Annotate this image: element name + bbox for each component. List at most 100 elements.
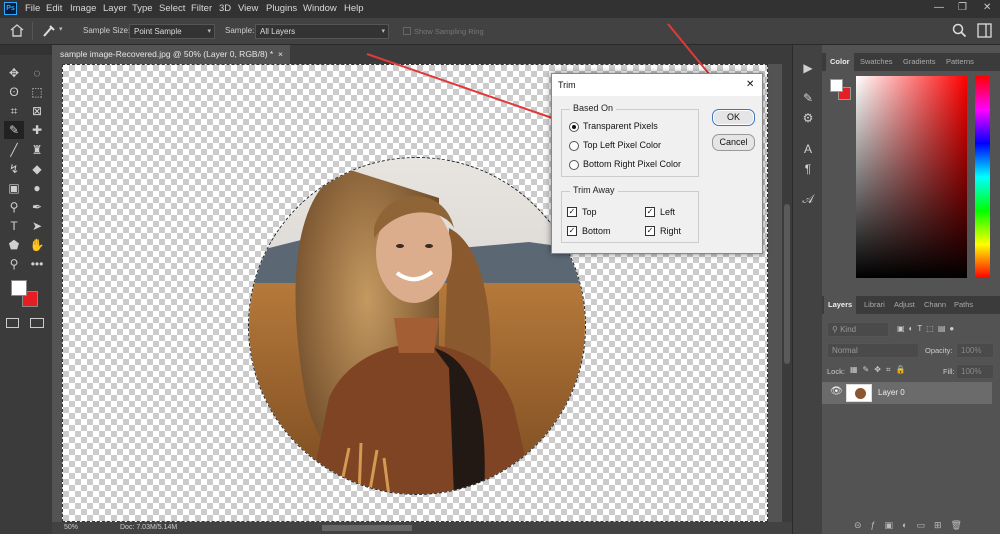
blend-mode-select[interactable]: Normal xyxy=(827,343,919,358)
tab-paths[interactable]: Paths xyxy=(950,296,977,314)
transparent-pixels-radio[interactable] xyxy=(569,122,579,132)
sample-label: Sample: xyxy=(225,26,255,35)
scroll-thumb[interactable] xyxy=(784,204,790,364)
menu-file[interactable]: File xyxy=(25,3,40,14)
layer-actions[interactable]: ⊝ƒ▣◐▭⊞🗑 xyxy=(854,520,971,531)
blur-tool-icon[interactable]: ● xyxy=(27,179,47,197)
opacity-field[interactable]: 100% xyxy=(956,343,994,358)
fill-field[interactable]: 100% xyxy=(956,364,994,379)
menu-plugins[interactable]: Plugins xyxy=(266,3,297,14)
dodge-tool-icon[interactable]: ⚲ xyxy=(4,198,24,216)
stamp-tool-icon[interactable]: ♜ xyxy=(27,141,47,159)
close-tab-icon[interactable]: × xyxy=(278,45,283,64)
hue-slider[interactable] xyxy=(975,76,990,278)
layer-row[interactable]: 👁 Layer 0 xyxy=(822,382,992,404)
show-sampling-ring-checkbox[interactable] xyxy=(403,27,411,35)
cancel-button[interactable]: Cancel xyxy=(712,134,755,151)
zoom-tool-icon[interactable]: ⚲ xyxy=(4,255,24,273)
glyphs-icon[interactable]: 𝒜 xyxy=(798,190,818,208)
zoom-level[interactable]: 50% xyxy=(64,524,78,531)
visibility-eye-icon[interactable]: 👁 xyxy=(830,386,843,397)
minimize-icon[interactable]: — xyxy=(934,2,944,13)
frame-tool-icon[interactable]: ⊠ xyxy=(27,102,47,120)
trim-right-checkbox[interactable]: ✓ xyxy=(645,226,655,236)
trim-top-checkbox[interactable]: ✓ xyxy=(567,207,577,217)
pen-tool-icon[interactable]: ✒ xyxy=(27,198,47,216)
transparent-pixels-label[interactable]: Transparent Pixels xyxy=(583,121,658,131)
eraser-tool-icon[interactable]: ◆ xyxy=(27,160,47,178)
move-tool-icon[interactable]: ✥ xyxy=(4,64,24,82)
tab-channels[interactable]: Chann xyxy=(920,296,950,314)
workspace-icon[interactable] xyxy=(977,23,992,38)
type-tool-icon[interactable]: T xyxy=(4,217,24,235)
more-tools-icon[interactable]: ••• xyxy=(27,255,47,273)
menu-select[interactable]: Select xyxy=(159,3,185,14)
close-dialog-icon[interactable]: ✕ xyxy=(746,74,754,96)
menu-edit[interactable]: Edit xyxy=(46,3,62,14)
menu-filter[interactable]: Filter xyxy=(191,3,212,14)
sample-select[interactable]: All Layers ▾ xyxy=(255,24,389,39)
chevron-down-icon[interactable]: ▾ xyxy=(59,25,63,33)
trim-top-label[interactable]: Top xyxy=(582,207,597,217)
tab-patterns[interactable]: Patterns xyxy=(942,53,978,71)
restore-icon[interactable]: ❐ xyxy=(958,2,967,13)
quick-mask-icon[interactable] xyxy=(6,318,19,328)
sample-size-select[interactable]: Point Sample ▾ xyxy=(129,24,215,39)
trim-left-label[interactable]: Left xyxy=(660,207,675,217)
gradient-tool-icon[interactable]: ▣ xyxy=(4,179,24,197)
menu-image[interactable]: Image xyxy=(70,3,96,14)
foreground-color-swatch[interactable] xyxy=(11,280,27,296)
top-left-pixel-color-radio[interactable] xyxy=(569,141,579,151)
bottom-right-pixel-color-radio[interactable] xyxy=(569,160,579,170)
paragraph-panel-icon[interactable]: ¶ xyxy=(798,160,818,178)
history-brush-icon[interactable]: ↯ xyxy=(4,160,24,178)
brush-settings-icon[interactable]: ✎ xyxy=(798,89,818,107)
filter-kind-select[interactable]: ⚲ Kind xyxy=(827,322,889,337)
object-select-tool-icon[interactable]: ⬚ xyxy=(27,83,47,101)
crop-tool-icon[interactable]: ⌗ xyxy=(4,102,24,120)
tab-swatches[interactable]: Swatches xyxy=(856,53,897,71)
show-sampling-ring-label: Show Sampling Ring xyxy=(414,27,484,36)
color-field[interactable] xyxy=(856,76,967,278)
vertical-scrollbar[interactable] xyxy=(782,64,792,522)
tab-libraries[interactable]: Librari xyxy=(860,296,889,314)
menu-3d[interactable]: 3D xyxy=(219,3,231,14)
home-icon[interactable] xyxy=(10,24,24,37)
marquee-tool-icon[interactable]: ◌ xyxy=(27,64,47,82)
document-tab[interactable]: sample image-Recovered.jpg @ 50% (Layer … xyxy=(52,45,290,64)
eyedropper-tool-icon[interactable] xyxy=(41,23,57,38)
adjustments-icon[interactable]: ⚙ xyxy=(798,109,818,127)
menu-window[interactable]: Window xyxy=(303,3,337,14)
ok-button[interactable]: OK xyxy=(712,109,755,126)
screen-mode-icon[interactable] xyxy=(30,318,44,328)
search-icon[interactable] xyxy=(952,23,967,38)
trim-left-checkbox[interactable]: ✓ xyxy=(645,207,655,217)
shape-tool-icon[interactable]: ⬟ xyxy=(4,236,24,254)
eyedropper-icon[interactable]: ✎ xyxy=(4,121,24,139)
path-select-tool-icon[interactable]: ➤ xyxy=(27,217,47,235)
close-window-icon[interactable]: ✕ xyxy=(983,2,991,13)
trim-bottom-checkbox[interactable]: ✓ xyxy=(567,226,577,236)
lasso-tool-icon[interactable]: ʘ xyxy=(4,83,24,101)
color-foreground-swatch[interactable] xyxy=(830,79,843,92)
layer-filter-icons[interactable]: ▣◐T⬚▤● xyxy=(897,324,958,333)
menu-help[interactable]: Help xyxy=(344,3,364,14)
menu-view[interactable]: View xyxy=(238,3,258,14)
tab-layers[interactable]: Layers xyxy=(824,296,857,314)
tab-gradients[interactable]: Gradients xyxy=(899,53,940,71)
hand-tool-icon[interactable]: ✋ xyxy=(27,236,47,254)
tab-adjustments[interactable]: Adjust xyxy=(890,296,919,314)
top-left-pixel-color-label[interactable]: Top Left Pixel Color xyxy=(583,140,661,150)
healing-brush-icon[interactable]: ✚ xyxy=(27,121,47,139)
menu-layer[interactable]: Layer xyxy=(103,3,127,14)
horizontal-scroll-thumb[interactable] xyxy=(322,525,412,531)
character-panel-icon[interactable]: A xyxy=(798,140,818,158)
lock-icons[interactable]: ▦✎✥⌗🔒 xyxy=(850,365,910,375)
tab-color[interactable]: Color xyxy=(826,53,854,71)
menu-type[interactable]: Type xyxy=(132,3,153,14)
trim-right-label[interactable]: Right xyxy=(660,226,681,236)
play-action-icon[interactable]: ▶ xyxy=(798,59,818,77)
trim-bottom-label[interactable]: Bottom xyxy=(582,226,611,236)
brush-tool-icon[interactable]: ╱ xyxy=(4,141,24,159)
bottom-right-pixel-color-label[interactable]: Bottom Right Pixel Color xyxy=(583,159,681,169)
